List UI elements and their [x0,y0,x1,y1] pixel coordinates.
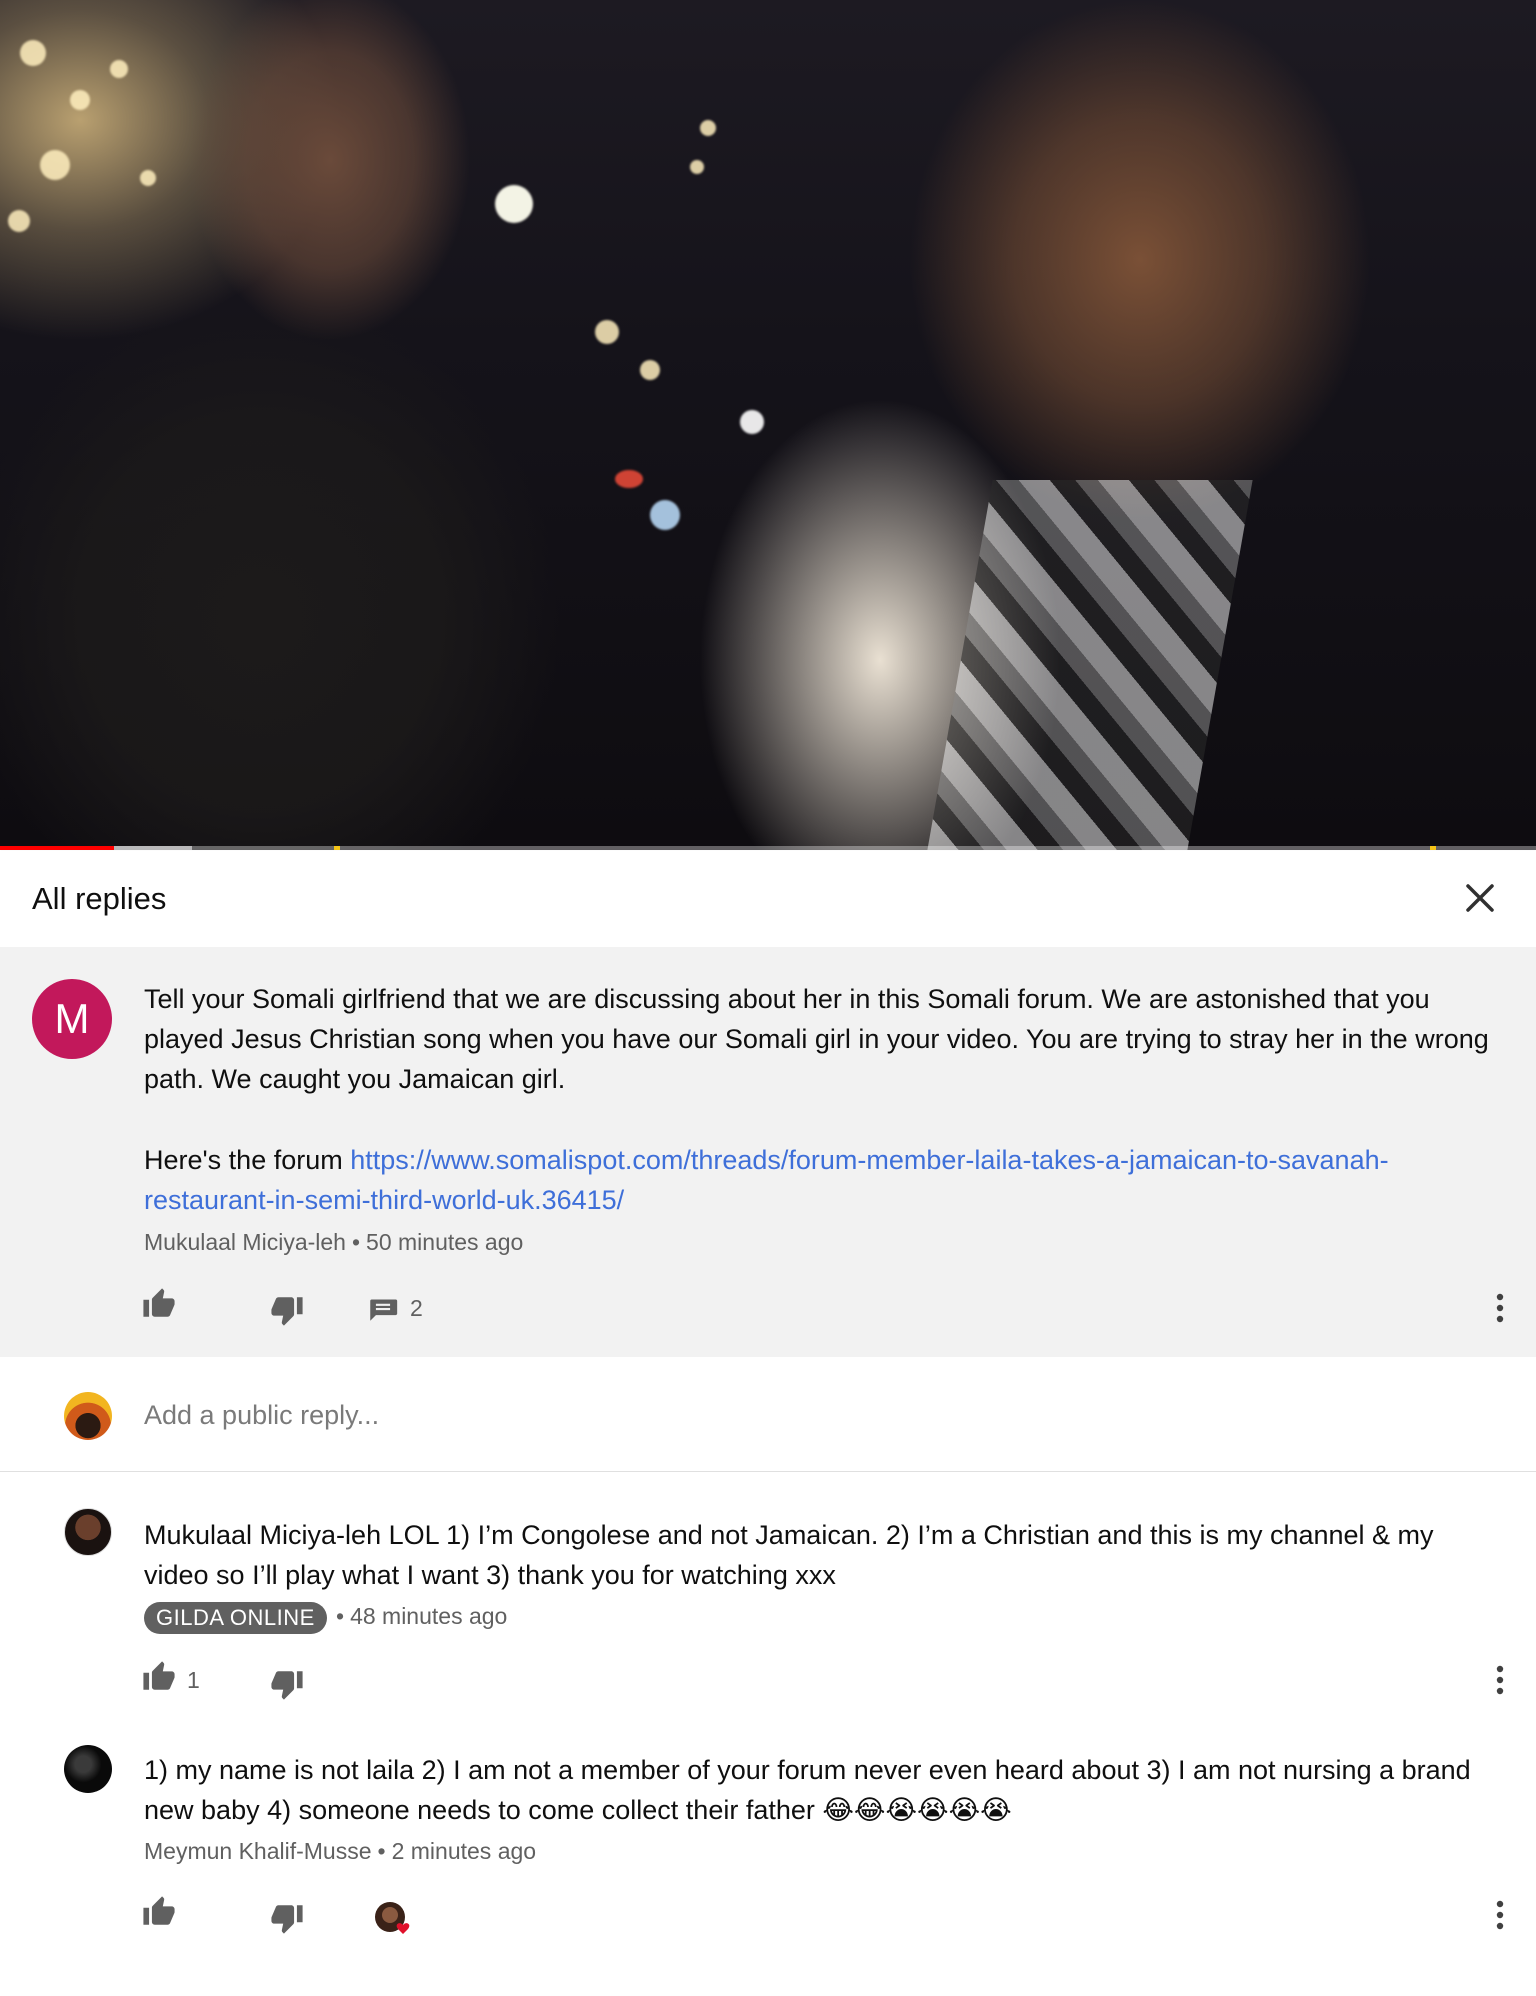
comment-text-link-paragraph: Here's the forum https://www.somalispot.… [144,1140,1494,1220]
bokeh-light [640,360,660,380]
timestamp: 2 minutes ago [391,1838,537,1864]
author-name[interactable]: Meymun Khalif-Musse [144,1838,372,1864]
bokeh-light [700,120,716,136]
creator-heart-icon [373,1900,415,1942]
bokeh-light [70,90,90,110]
author-badge[interactable]: GILDA ONLINE [144,1602,327,1634]
like-count: 1 [187,1667,200,1693]
avatar[interactable] [64,1745,112,1793]
like-icon[interactable] [142,1287,176,1321]
reply-input[interactable]: Add a public reply... [144,1400,379,1431]
ad-marker [1430,846,1436,850]
reply-meta: Meymun Khalif-Musse • 2 minutes ago [144,1838,536,1865]
comment-text: Tell your Somali girlfriend that we are … [144,984,1489,1094]
bokeh-light [615,470,643,488]
bokeh-light [650,500,680,530]
bokeh-light [20,40,46,66]
panel-title: All replies [32,881,167,916]
ad-marker [334,846,340,850]
bokeh-light [690,160,704,174]
avatar[interactable] [64,1508,112,1556]
avatar[interactable]: M [32,979,112,1059]
separator-dot: • [377,1838,386,1864]
author-name[interactable]: Mukulaal Miciya-leh [144,1229,346,1255]
bokeh-light [740,410,764,434]
bokeh-light [40,150,70,180]
dislike-icon[interactable] [270,1293,304,1327]
scarf-pattern [927,480,1253,850]
replies-header: All replies [0,851,1536,947]
comment-meta: Mukulaal Miciya-leh • 50 minutes ago [144,1229,523,1256]
timestamp: 50 minutes ago [366,1229,524,1255]
close-icon[interactable] [1460,878,1500,918]
reply-meta: • 48 minutes ago [330,1603,507,1630]
current-user-avatar [64,1392,112,1440]
reply-text: 1) my name is not laila 2) I am not a me… [144,1750,1494,1831]
progress-played [0,846,114,850]
video-player[interactable] [0,0,1536,850]
bokeh-light [8,210,30,232]
more-options-icon[interactable] [1496,1900,1504,1930]
bokeh-light [110,60,128,78]
separator-dot: • [351,1229,361,1255]
dislike-icon[interactable] [270,1667,304,1701]
video-progress-bar[interactable] [0,846,1536,850]
emoji-reactions: 😂😂😭😭😭😭 [822,1795,1012,1826]
separator-dot: • [336,1603,345,1629]
bokeh-light [495,185,533,223]
bokeh-light [140,170,156,186]
reply-text-body: 1) my name is not laila 2) I am not a me… [144,1755,1471,1825]
reply-icon[interactable] [366,1291,400,1325]
reply-count[interactable]: 2 [410,1295,423,1322]
dislike-icon[interactable] [270,1901,304,1935]
more-options-icon[interactable] [1496,1293,1504,1323]
more-options-icon[interactable] [1496,1665,1504,1695]
bokeh-light [595,320,619,344]
like-icon[interactable] [142,1895,176,1929]
forum-prefix-text: Here's the forum [144,1145,351,1175]
timestamp: 48 minutes ago [350,1603,508,1629]
like-icon[interactable] [142,1660,176,1694]
reply-text: Mukulaal Miciya-leh LOL 1) I’m Congolese… [144,1520,1434,1590]
